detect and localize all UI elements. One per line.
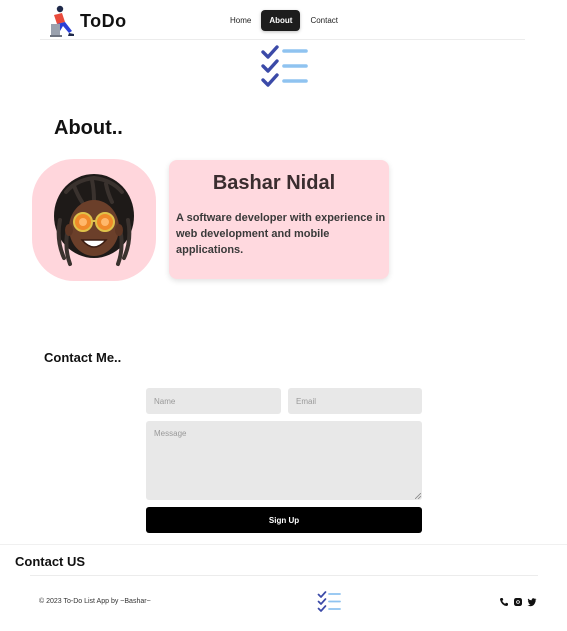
- top-navbar: ToDo Home About Contact: [0, 0, 567, 40]
- name-input[interactable]: [146, 388, 281, 414]
- footer-top-divider: [0, 544, 567, 545]
- profile-bio: A software developer with experience in …: [176, 212, 386, 256]
- checklist-icon: [317, 591, 341, 612]
- nav-home-link[interactable]: Home: [222, 11, 259, 30]
- sign-up-button[interactable]: Sign Up: [146, 507, 422, 533]
- email-input[interactable]: [288, 388, 422, 414]
- avatar: [32, 159, 156, 281]
- resize-grip-icon[interactable]: [415, 493, 421, 499]
- copyright-text: © 2023 To-Do List App by ~Bashar~: [39, 598, 151, 605]
- checklist-icon: [261, 45, 308, 87]
- brand-name: ToDo: [80, 10, 127, 31]
- profile-name: Bashar Nidal: [212, 172, 336, 194]
- phone-icon[interactable]: [499, 597, 509, 607]
- twitter-icon[interactable]: [527, 597, 537, 607]
- brand[interactable]: ToDo: [48, 4, 127, 38]
- memoji-avatar-icon: [54, 174, 134, 266]
- nav-about-link[interactable]: About: [261, 10, 301, 31]
- about-heading: About..: [54, 117, 123, 139]
- instagram-icon[interactable]: [513, 597, 523, 607]
- main-nav: Home About Contact: [222, 10, 348, 31]
- contact-heading: Contact Me..: [44, 350, 122, 365]
- social-links: [499, 597, 541, 607]
- message-textarea[interactable]: [146, 421, 422, 500]
- header-divider: [40, 39, 525, 40]
- profile-card: Bashar Nidal A software developer with e…: [169, 160, 389, 279]
- nav-contact-link[interactable]: Contact: [302, 11, 346, 30]
- person-at-desk-logo-icon: [50, 5, 74, 37]
- footer-divider: [30, 575, 538, 576]
- footer-heading: Contact US: [15, 554, 86, 569]
